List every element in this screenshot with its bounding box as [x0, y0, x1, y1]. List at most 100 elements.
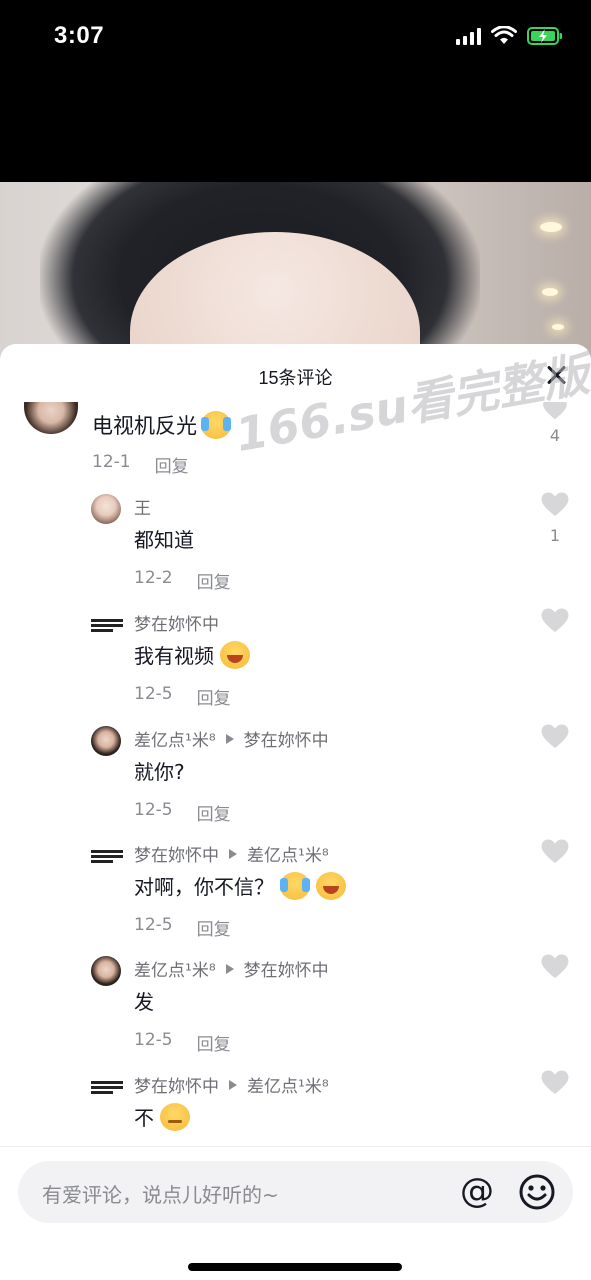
wifi-icon — [491, 26, 517, 46]
reply-item: 梦在妳怀中 差亿点¹米⁸ 对啊，你不信？ 12-5 回复 — [0, 833, 591, 948]
like-count: 1 — [549, 526, 561, 545]
heart-icon[interactable] — [538, 954, 572, 983]
comment-input-placeholder[interactable]: 有爱评论，说点儿好听的~ — [42, 1179, 279, 1208]
reply-author[interactable]: 差亿点¹米⁸ — [134, 956, 216, 981]
reply-button[interactable]: 回复 — [155, 452, 189, 477]
like-count: 4 — [549, 426, 561, 445]
avatar[interactable] — [91, 610, 123, 640]
reply-meta: 12-5 回复 — [134, 800, 231, 825]
avatar[interactable] — [91, 494, 121, 524]
avatar[interactable] — [91, 726, 121, 756]
reply-text: 都知道 — [134, 528, 194, 552]
reply-item: 差亿点¹米⁸ 梦在妳怀中 就你? 12-5 回复 — [0, 718, 591, 833]
comment-text: 电视机反光 — [92, 414, 197, 438]
ceiling-light — [542, 288, 558, 296]
ceiling-light — [552, 324, 564, 330]
avatar[interactable] — [91, 956, 121, 986]
heart-icon[interactable] — [538, 608, 572, 637]
comment-date: 12-1 — [92, 452, 131, 472]
close-icon[interactable] — [545, 364, 567, 386]
reply-item: 梦在妳怀中 我有视频 12-5 回复 — [0, 602, 591, 717]
smirk-emoji — [160, 1102, 190, 1131]
reply-button[interactable]: 回复 — [197, 1030, 231, 1055]
reply-arrow-icon — [225, 963, 234, 974]
reply-date: 12-5 — [134, 1030, 173, 1050]
reply-text: 发 — [134, 990, 154, 1014]
smiley-icon[interactable] — [518, 1173, 556, 1211]
heart-icon[interactable] — [538, 402, 572, 424]
reply-meta: 12-5 回复 — [134, 1030, 231, 1055]
reply-to-author[interactable]: 差亿点¹米⁸ — [247, 1072, 329, 1097]
reply-meta: 12-5 回复 — [134, 915, 231, 940]
ceiling-light — [540, 222, 562, 232]
reply-text-row: 不 — [134, 1102, 190, 1131]
comment-list[interactable]: 电视机反光 12-1 回复 4 王 都知道 12-2 回复 1 梦在妳怀中 我有… — [0, 402, 591, 1144]
reply-to-author[interactable]: 梦在妳怀中 — [244, 956, 329, 981]
home-indicator[interactable] — [188, 1263, 402, 1271]
reply-author-row: 差亿点¹米⁸ 梦在妳怀中 — [134, 726, 329, 751]
reply-button[interactable]: 回复 — [197, 568, 231, 593]
reply-button[interactable]: 回复 — [197, 915, 231, 940]
reply-author-row: 梦在妳怀中 — [134, 610, 219, 635]
comment-input[interactable]: 有爱评论，说点儿好听的~ @ — [18, 1161, 573, 1223]
reply-author[interactable]: 梦在妳怀中 — [134, 841, 219, 866]
reply-author[interactable]: 梦在妳怀中 — [134, 1072, 219, 1097]
comment-item: 电视机反光 12-1 回复 4 — [0, 402, 591, 482]
status-time: 3:07 — [54, 22, 105, 49]
heart-icon[interactable] — [538, 492, 572, 521]
reply-author-row: 王 — [134, 494, 151, 519]
reply-item: 差亿点¹米⁸ 梦在妳怀中 发 12-5 回复 — [0, 948, 591, 1063]
at-mention-button[interactable]: @ — [458, 1173, 496, 1211]
comments-header: 15条评论 — [0, 344, 591, 406]
reply-item: 梦在妳怀中 差亿点¹米⁸ 不 — [0, 1064, 591, 1144]
avatar[interactable] — [91, 841, 123, 871]
reply-text-row: 对啊，你不信？ — [134, 871, 346, 900]
comment-text-row: 电视机反光 — [92, 410, 231, 440]
reply-date: 12-2 — [134, 568, 173, 588]
heart-icon[interactable] — [538, 724, 572, 753]
reply-arrow-icon — [225, 733, 234, 744]
cry-laugh-emoji — [280, 871, 310, 900]
battery-charging-icon — [527, 26, 563, 46]
heart-icon[interactable] — [538, 1070, 572, 1099]
reply-text: 我有视频 — [134, 644, 214, 668]
reply-author-row: 梦在妳怀中 差亿点¹米⁸ — [134, 1072, 329, 1097]
reply-meta: 12-5 回复 — [134, 684, 231, 709]
reply-arrow-icon — [229, 1079, 237, 1090]
comments-sheet: 15条评论 电视机反光 12-1 回复 4 王 都知道 12-2 回复 1 梦在… — [0, 344, 591, 1280]
reply-text-row: 发 — [134, 986, 154, 1015]
reply-text: 不 — [134, 1106, 154, 1130]
reply-author-row: 差亿点¹米⁸ 梦在妳怀中 — [134, 956, 329, 981]
reply-date: 12-5 — [134, 684, 173, 704]
reply-button[interactable]: 回复 — [197, 684, 231, 709]
grin-emoji — [220, 640, 250, 669]
reply-author[interactable]: 梦在妳怀中 — [134, 610, 219, 635]
reply-date: 12-5 — [134, 915, 173, 935]
status-icons — [456, 26, 563, 46]
reply-text-row: 我有视频 — [134, 640, 250, 669]
reply-to-author[interactable]: 梦在妳怀中 — [244, 726, 329, 751]
reply-author-row: 梦在妳怀中 差亿点¹米⁸ — [134, 841, 329, 866]
reply-text-row: 就你? — [134, 756, 185, 785]
signal-icon — [456, 27, 481, 45]
status-bar: 3:07 — [0, 0, 591, 80]
comment-input-bar: 有爱评论，说点儿好听的~ @ — [0, 1146, 591, 1280]
grin-emoji — [316, 871, 346, 900]
avatar[interactable] — [24, 402, 78, 434]
reply-arrow-icon — [229, 848, 237, 859]
reply-to-author[interactable]: 差亿点¹米⁸ — [247, 841, 329, 866]
reply-text: 就你? — [134, 760, 185, 784]
heart-icon[interactable] — [538, 839, 572, 868]
reply-text: 对啊，你不信？ — [134, 875, 274, 899]
reply-author[interactable]: 差亿点¹米⁸ — [134, 726, 216, 751]
comments-title: 15条评论 — [258, 368, 333, 388]
reply-text-row: 都知道 — [134, 524, 194, 553]
avatar[interactable] — [91, 1072, 123, 1102]
cry-laugh-emoji — [201, 411, 231, 439]
reply-item: 王 都知道 12-2 回复 1 — [0, 486, 591, 601]
reply-button[interactable]: 回复 — [197, 800, 231, 825]
reply-date: 12-5 — [134, 800, 173, 820]
reply-meta: 12-2 回复 — [134, 568, 231, 593]
comment-meta: 12-1 回复 — [92, 452, 189, 477]
reply-author[interactable]: 王 — [134, 494, 151, 519]
